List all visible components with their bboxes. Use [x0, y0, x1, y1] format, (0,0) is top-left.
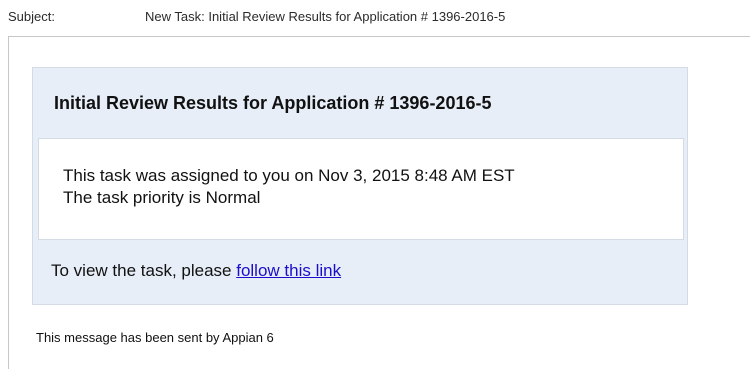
sent-by-footer: This message has been sent by Appian 6: [36, 330, 274, 345]
email-header: Subject: New Task: Initial Review Result…: [0, 0, 750, 36]
priority-text: The task priority is Normal: [63, 188, 261, 207]
subject-label: Subject:: [8, 9, 55, 24]
subject-value: New Task: Initial Review Results for App…: [145, 9, 506, 24]
task-details-box: This task was assigned to you on Nov 3, …: [38, 138, 684, 240]
view-task-text: To view the task, please follow this lin…: [51, 261, 341, 281]
task-title: Initial Review Results for Application #…: [54, 93, 492, 113]
follow-link[interactable]: follow this link: [236, 261, 341, 280]
task-card: Initial Review Results for Application #…: [32, 67, 688, 305]
assigned-date-text: This task was assigned to you on Nov 3, …: [63, 166, 515, 185]
view-task-prefix: To view the task, please: [51, 261, 237, 280]
